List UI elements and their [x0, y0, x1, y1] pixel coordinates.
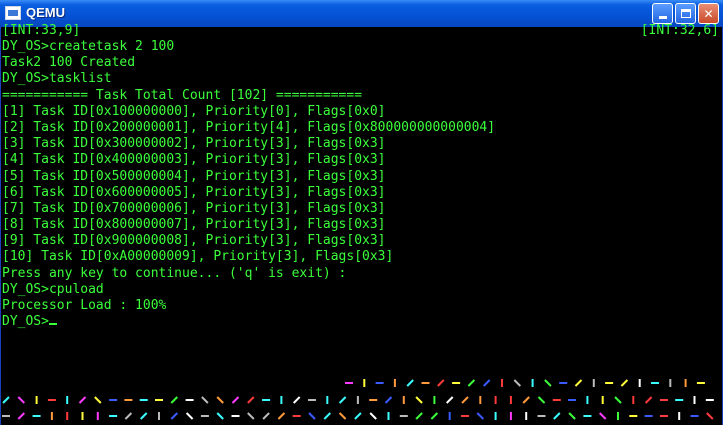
task-spinner-mark — [277, 412, 286, 420]
task-spinner-mark — [292, 396, 301, 404]
console-output: DY_OS>createtask 2 100 Task2 100 Created… — [2, 39, 495, 330]
task-spinner-mark — [247, 412, 255, 420]
task-spinner-mark — [568, 412, 576, 420]
task-spinner-mark — [415, 396, 423, 404]
task-spinner-mark — [598, 412, 607, 420]
task-spinner-mark — [354, 412, 362, 420]
console-line: [1] Task ID[0x100000000], Priority[0], F… — [2, 103, 386, 119]
task-spinner-mark — [553, 412, 561, 420]
task-spinner-mark — [461, 396, 469, 404]
task-spinner-mark — [170, 396, 179, 404]
close-icon: ✕ — [703, 6, 714, 21]
task-spinner-mark — [544, 379, 552, 387]
task-spinner-mark — [170, 412, 179, 420]
task-spinner-mark — [706, 412, 714, 420]
console-screen[interactable]: [INT:33,9] [INT:32,6] DY_OS>createtask 2… — [0, 23, 723, 425]
task-spinner-mark — [620, 379, 629, 387]
task-spinner-mark — [476, 412, 485, 420]
task-spinner-mark — [415, 412, 423, 420]
task-spinner-mark — [17, 396, 26, 404]
task-spinner-mark — [437, 379, 445, 387]
minimize-button[interactable] — [652, 3, 673, 24]
task-spinner-mark — [406, 379, 414, 387]
task-spinner-mark — [338, 412, 347, 420]
task-spinner-mark — [369, 412, 377, 420]
task-spinner-mark — [231, 396, 240, 404]
interrupt-status-right: [INT:32,6] — [640, 23, 719, 38]
console-prompt-line[interactable]: DY_OS> — [2, 314, 495, 330]
console-line: DY_OS>cpuload — [2, 281, 104, 297]
task-spinner-mark — [537, 396, 546, 404]
task-spinner-mark — [2, 396, 10, 404]
maximize-icon — [680, 9, 691, 18]
task-spinner-mark — [430, 412, 439, 420]
console-prompt: DY_OS> — [2, 314, 49, 330]
task-spinner-mark — [522, 396, 530, 404]
task-spinner-mark — [247, 396, 255, 404]
task-spinner-mark — [17, 412, 26, 420]
task-spinner-mark — [124, 412, 133, 420]
task-spinner-mark — [94, 396, 102, 404]
close-button[interactable]: ✕ — [698, 3, 719, 24]
console-line: [9] Task ID[0x900000008], Priority[3], F… — [2, 233, 386, 249]
task-spinner-mark — [574, 379, 583, 387]
task-spinner-mark — [201, 396, 209, 404]
window-title: QEMU — [26, 5, 65, 20]
console-line: [2] Task ID[0x200000001], Priority[4], F… — [2, 119, 496, 135]
console-line: [5] Task ID[0x500000004], Priority[3], F… — [2, 168, 386, 184]
task-spinner-mark — [644, 396, 653, 404]
task-spinner-mark — [308, 412, 316, 420]
app-window-icon — [5, 6, 21, 20]
task-spinner-mark — [185, 412, 194, 420]
task-spinner-mark — [338, 396, 347, 404]
task-spinner-mark — [262, 412, 270, 420]
console-line: Task2 100 Created — [2, 55, 136, 71]
console-line: Press any key to continue... ('q' is exi… — [2, 265, 347, 281]
task-spinner-mark — [139, 412, 148, 420]
console-line: [4] Task ID[0x400000003], Priority[3], F… — [2, 152, 386, 168]
console-line: [7] Task ID[0x700000006], Priority[3], F… — [2, 200, 386, 216]
task-spinner-mark — [323, 412, 332, 420]
console-line: =========== Task Total Count [102] =====… — [2, 87, 363, 103]
interrupt-status-left: [INT:33,9] — [2, 23, 81, 38]
task-spinner-mark — [445, 396, 454, 404]
task-spinner-mark — [513, 379, 522, 387]
task-spinner-mark — [467, 379, 476, 387]
console-line: [10] Task ID[0xA00000009], Priority[3], … — [2, 249, 394, 265]
console-line: DY_OS>tasklist — [2, 71, 112, 87]
console-line: [6] Task ID[0x600000005], Priority[3], F… — [2, 184, 386, 200]
task-spinner-mark — [216, 396, 224, 404]
task-spinner-mark — [216, 412, 224, 420]
task-spinner-mark — [78, 396, 87, 404]
console-line: [8] Task ID[0x800000007], Priority[3], F… — [2, 217, 386, 233]
task-spinner-mark — [482, 379, 491, 387]
minimize-icon — [658, 16, 667, 19]
console-line: [3] Task ID[0x300000002], Priority[3], F… — [2, 136, 386, 152]
console-line: Processor Load : 100% — [2, 298, 167, 313]
window-title-bar[interactable]: QEMU ✕ — [0, 0, 723, 27]
console-line: DY_OS>createtask 2 100 — [2, 39, 175, 54]
task-spinner-mark — [614, 396, 622, 404]
maximize-button[interactable] — [675, 3, 696, 24]
task-spinner-mark — [384, 396, 393, 404]
text-cursor — [48, 323, 57, 326]
